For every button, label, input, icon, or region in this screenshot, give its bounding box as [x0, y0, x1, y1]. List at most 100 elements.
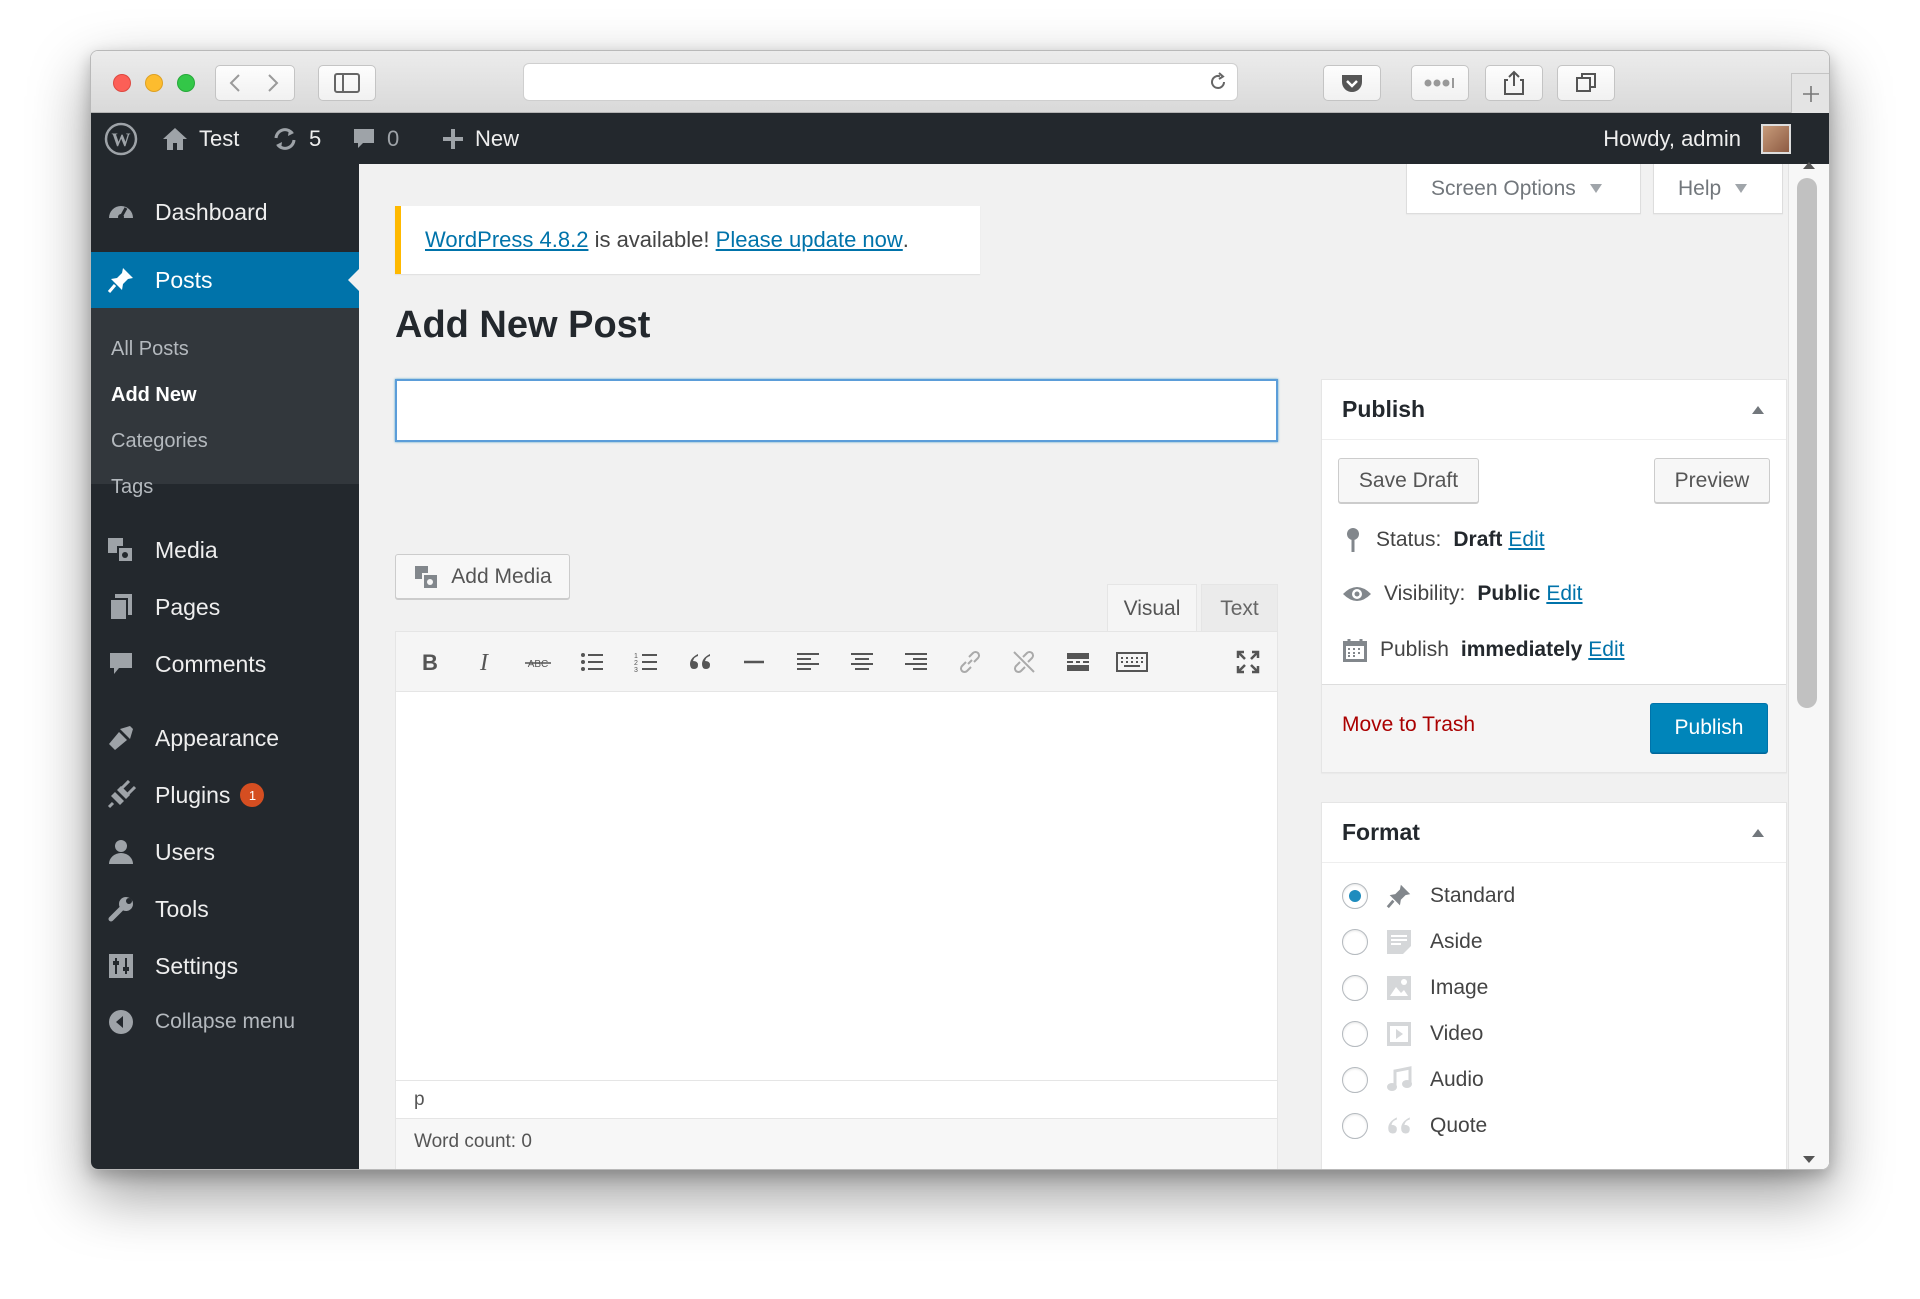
- move-to-trash-link[interactable]: Move to Trash: [1342, 713, 1475, 737]
- aside-icon: [1384, 927, 1414, 957]
- bullet-list-button[interactable]: [576, 646, 608, 678]
- format-option-audio[interactable]: Audio: [1342, 1065, 1484, 1095]
- numbered-list-icon: 123: [634, 653, 657, 674]
- scroll-down-arrow-icon[interactable]: [1803, 1156, 1815, 1163]
- comments-menu[interactable]: 0: [351, 113, 399, 164]
- edit-schedule-link[interactable]: Edit: [1588, 638, 1624, 662]
- collapse-arrow-icon[interactable]: [1752, 829, 1764, 837]
- align-right-button[interactable]: [900, 646, 932, 678]
- strikethrough-button[interactable]: ABC: [522, 646, 554, 678]
- format-option-image[interactable]: Image: [1342, 973, 1488, 1003]
- horizontal-line-button[interactable]: [738, 646, 770, 678]
- format-radio[interactable]: [1342, 1113, 1368, 1139]
- sidebar-item-comments[interactable]: Comments: [91, 636, 359, 692]
- pocket-button[interactable]: [1323, 65, 1381, 101]
- submenu-add-new[interactable]: Add New: [111, 384, 197, 407]
- wp-logo-menu[interactable]: W: [103, 113, 139, 164]
- minimize-window-button[interactable]: [145, 74, 163, 92]
- read-more-icon: [1067, 653, 1089, 671]
- screen-options-button[interactable]: Screen Options: [1406, 164, 1641, 214]
- tab-visual[interactable]: Visual: [1107, 584, 1197, 632]
- add-media-button[interactable]: Add Media: [395, 554, 570, 599]
- sidebar-item-plugins[interactable]: Plugins 1: [91, 767, 359, 823]
- share-button[interactable]: [1485, 65, 1543, 101]
- scroll-up-arrow-icon[interactable]: [1803, 162, 1815, 169]
- post-title-input[interactable]: [395, 379, 1278, 442]
- site-name-menu[interactable]: Test: [161, 113, 239, 164]
- sidebar-item-appearance[interactable]: Appearance: [91, 710, 359, 766]
- italic-button[interactable]: I: [468, 646, 500, 678]
- scrollbar-thumb[interactable]: [1797, 178, 1817, 708]
- align-left-button[interactable]: [792, 646, 824, 678]
- format-option-standard[interactable]: Standard: [1342, 881, 1515, 911]
- updates-menu[interactable]: 5: [271, 113, 321, 164]
- new-tab-button[interactable]: [1791, 73, 1829, 113]
- wordpress-version-link[interactable]: WordPress 4.8.2: [425, 227, 588, 253]
- save-draft-button[interactable]: Save Draft: [1338, 458, 1479, 503]
- blockquote-button[interactable]: [684, 646, 716, 678]
- sidebar-item-dashboard[interactable]: Dashboard: [91, 184, 359, 240]
- sidebar-item-media[interactable]: Media: [91, 522, 359, 578]
- editor-content-area[interactable]: [396, 692, 1277, 1080]
- format-radio[interactable]: [1342, 929, 1368, 955]
- chevron-left-icon[interactable]: [219, 71, 255, 95]
- toolbar-toggle-button[interactable]: [1116, 646, 1148, 678]
- new-content-menu[interactable]: New: [441, 113, 519, 164]
- back-forward-buttons[interactable]: [215, 65, 295, 101]
- sidebar-item-settings[interactable]: Settings: [91, 938, 359, 994]
- close-window-button[interactable]: [113, 74, 131, 92]
- format-option-video[interactable]: Video: [1342, 1019, 1483, 1049]
- collapse-menu-button[interactable]: Collapse menu: [91, 994, 359, 1050]
- format-radio[interactable]: [1342, 883, 1368, 909]
- tab-text[interactable]: Text: [1201, 584, 1278, 632]
- sidebar-toggle-button[interactable]: [318, 65, 376, 101]
- collapse-arrow-icon[interactable]: [1752, 406, 1764, 414]
- format-option-quote[interactable]: Quote: [1342, 1111, 1487, 1141]
- format-radio[interactable]: [1342, 1021, 1368, 1047]
- sidebar-item-users[interactable]: Users: [91, 824, 359, 880]
- format-option-aside[interactable]: Aside: [1342, 927, 1483, 957]
- edit-status-link[interactable]: Edit: [1508, 528, 1544, 552]
- sidebar-item-tools[interactable]: Tools: [91, 881, 359, 937]
- bold-button[interactable]: B: [414, 646, 446, 678]
- address-bar[interactable]: [523, 63, 1238, 101]
- extensions-button[interactable]: [1411, 65, 1469, 101]
- format-radio[interactable]: [1342, 975, 1368, 1001]
- format-radio[interactable]: [1342, 1067, 1368, 1093]
- zoom-window-button[interactable]: [177, 74, 195, 92]
- video-icon: [1384, 1019, 1414, 1049]
- fullscreen-icon: [1236, 650, 1260, 674]
- publish-button[interactable]: Publish: [1650, 703, 1768, 753]
- word-count-label: Word count: 0: [414, 1131, 532, 1152]
- bullet-list-icon: [581, 653, 603, 671]
- preview-label: Preview: [1674, 468, 1750, 492]
- read-more-button[interactable]: [1062, 646, 1094, 678]
- edit-visibility-link[interactable]: Edit: [1546, 582, 1582, 606]
- reload-icon[interactable]: [1207, 71, 1229, 93]
- sidebar-item-pages[interactable]: Pages: [91, 579, 359, 635]
- sidebar-item-label: Dashboard: [155, 198, 268, 225]
- fullscreen-button[interactable]: [1232, 646, 1264, 678]
- vertical-scrollbar[interactable]: [1788, 162, 1829, 1169]
- sidebar-item-posts[interactable]: Posts: [91, 252, 359, 308]
- submenu-all-posts[interactable]: All Posts: [111, 338, 189, 361]
- numbered-list-button[interactable]: 123: [630, 646, 662, 678]
- publish-box-header[interactable]: Publish: [1322, 380, 1786, 440]
- submenu-categories[interactable]: Categories: [111, 430, 208, 453]
- format-label: Quote: [1430, 1114, 1488, 1137]
- visibility-value: Public: [1477, 582, 1541, 605]
- my-account-menu[interactable]: Howdy, admin: [1603, 113, 1791, 164]
- align-center-button[interactable]: [846, 646, 878, 678]
- format-box-header[interactable]: Format: [1322, 803, 1786, 863]
- submenu-tags[interactable]: Tags: [111, 476, 153, 499]
- unlink-button[interactable]: [1008, 646, 1040, 678]
- format-label: Video: [1430, 1022, 1484, 1045]
- chevron-right-icon[interactable]: [255, 71, 291, 95]
- insert-link-button[interactable]: [954, 646, 986, 678]
- word-count: Word count: 0: [396, 1118, 1277, 1169]
- preview-button[interactable]: Preview: [1654, 458, 1770, 503]
- update-now-link[interactable]: Please update now: [716, 227, 903, 253]
- help-button[interactable]: Help: [1653, 164, 1783, 214]
- format-label: Aside: [1430, 930, 1483, 953]
- tabs-overview-button[interactable]: [1557, 65, 1615, 101]
